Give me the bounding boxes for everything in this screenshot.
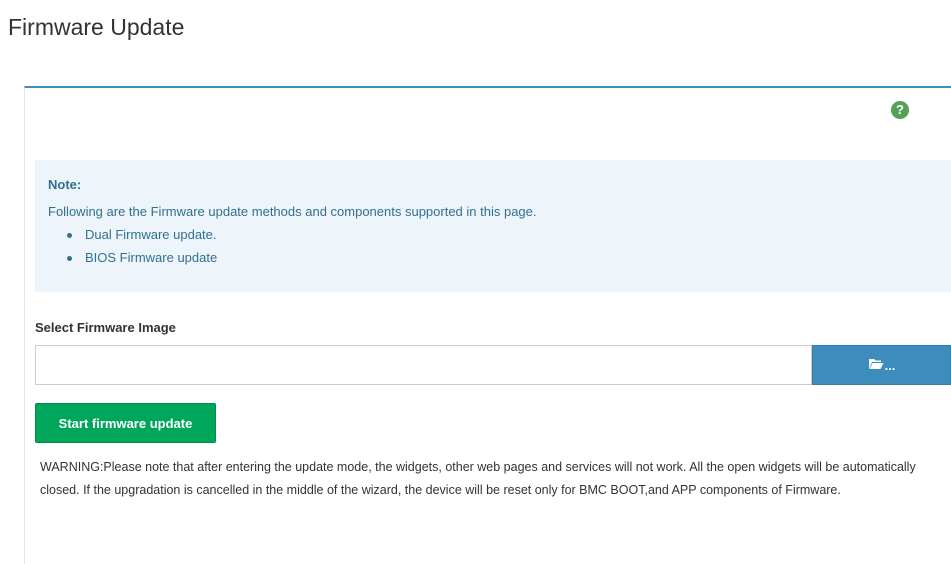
folder-open-icon	[868, 358, 884, 373]
browse-button[interactable]: ...	[812, 345, 951, 385]
warning-prefix: WARNING:	[40, 460, 104, 474]
question-circle-icon[interactable]: ?	[891, 101, 909, 119]
browse-button-suffix: ...	[884, 357, 896, 373]
warning-message: WARNING:Please note that after entering …	[40, 456, 940, 502]
list-item: BIOS Firmware update	[67, 250, 217, 273]
warning-text: Please note that after entering the upda…	[40, 460, 916, 497]
list-item: Dual Firmware update.	[67, 227, 217, 250]
start-firmware-update-button[interactable]: Start firmware update	[35, 403, 216, 443]
note-list: Dual Firmware update. BIOS Firmware upda…	[67, 227, 217, 273]
page-title: Firmware Update	[8, 14, 185, 40]
note-title: Note:	[48, 177, 82, 192]
firmware-image-input[interactable]	[35, 345, 812, 385]
select-firmware-image-label: Select Firmware Image	[35, 320, 176, 335]
note-text: Following are the Firmware update method…	[48, 204, 537, 219]
note-box: Note: Following are the Firmware update …	[35, 160, 951, 292]
